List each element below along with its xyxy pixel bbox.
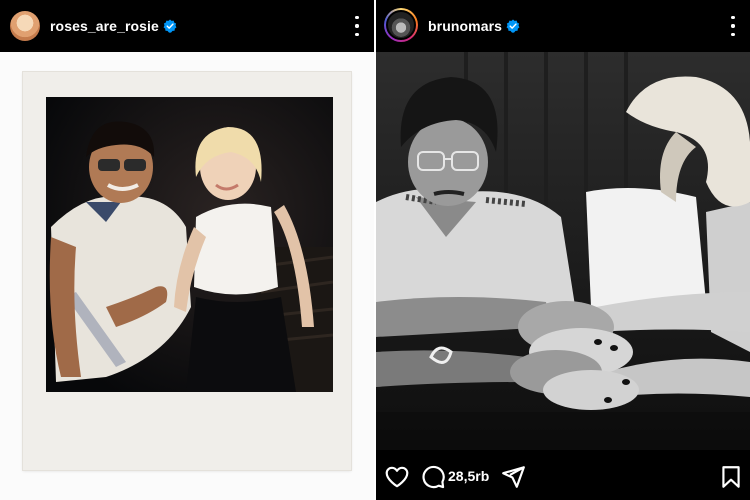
more-options-icon[interactable] [730, 16, 736, 36]
post-photo [376, 52, 750, 450]
verified-badge-icon [163, 19, 177, 33]
polaroid-photo [46, 97, 333, 392]
right-post: brunomars 28,5rb [376, 0, 750, 500]
bookmark-icon[interactable] [718, 464, 744, 490]
post-media[interactable] [376, 52, 750, 450]
send-icon[interactable] [500, 464, 526, 490]
more-options-icon[interactable] [354, 16, 360, 36]
action-bar: 28,5rb [376, 450, 750, 500]
comment-icon[interactable] [420, 464, 446, 490]
avatar[interactable] [384, 8, 418, 42]
username[interactable]: roses_are_rosie [50, 18, 159, 34]
avatar[interactable] [10, 11, 40, 41]
post-header: brunomars [376, 0, 750, 52]
verified-badge-icon [506, 19, 520, 33]
left-post: roses_are_rosie [0, 0, 374, 500]
heart-icon[interactable] [384, 464, 410, 490]
post-media[interactable] [0, 52, 374, 500]
post-header: roses_are_rosie [0, 0, 374, 52]
comment-count[interactable]: 28,5rb [448, 468, 489, 484]
username[interactable]: brunomars [428, 18, 502, 34]
polaroid-frame [23, 72, 351, 470]
